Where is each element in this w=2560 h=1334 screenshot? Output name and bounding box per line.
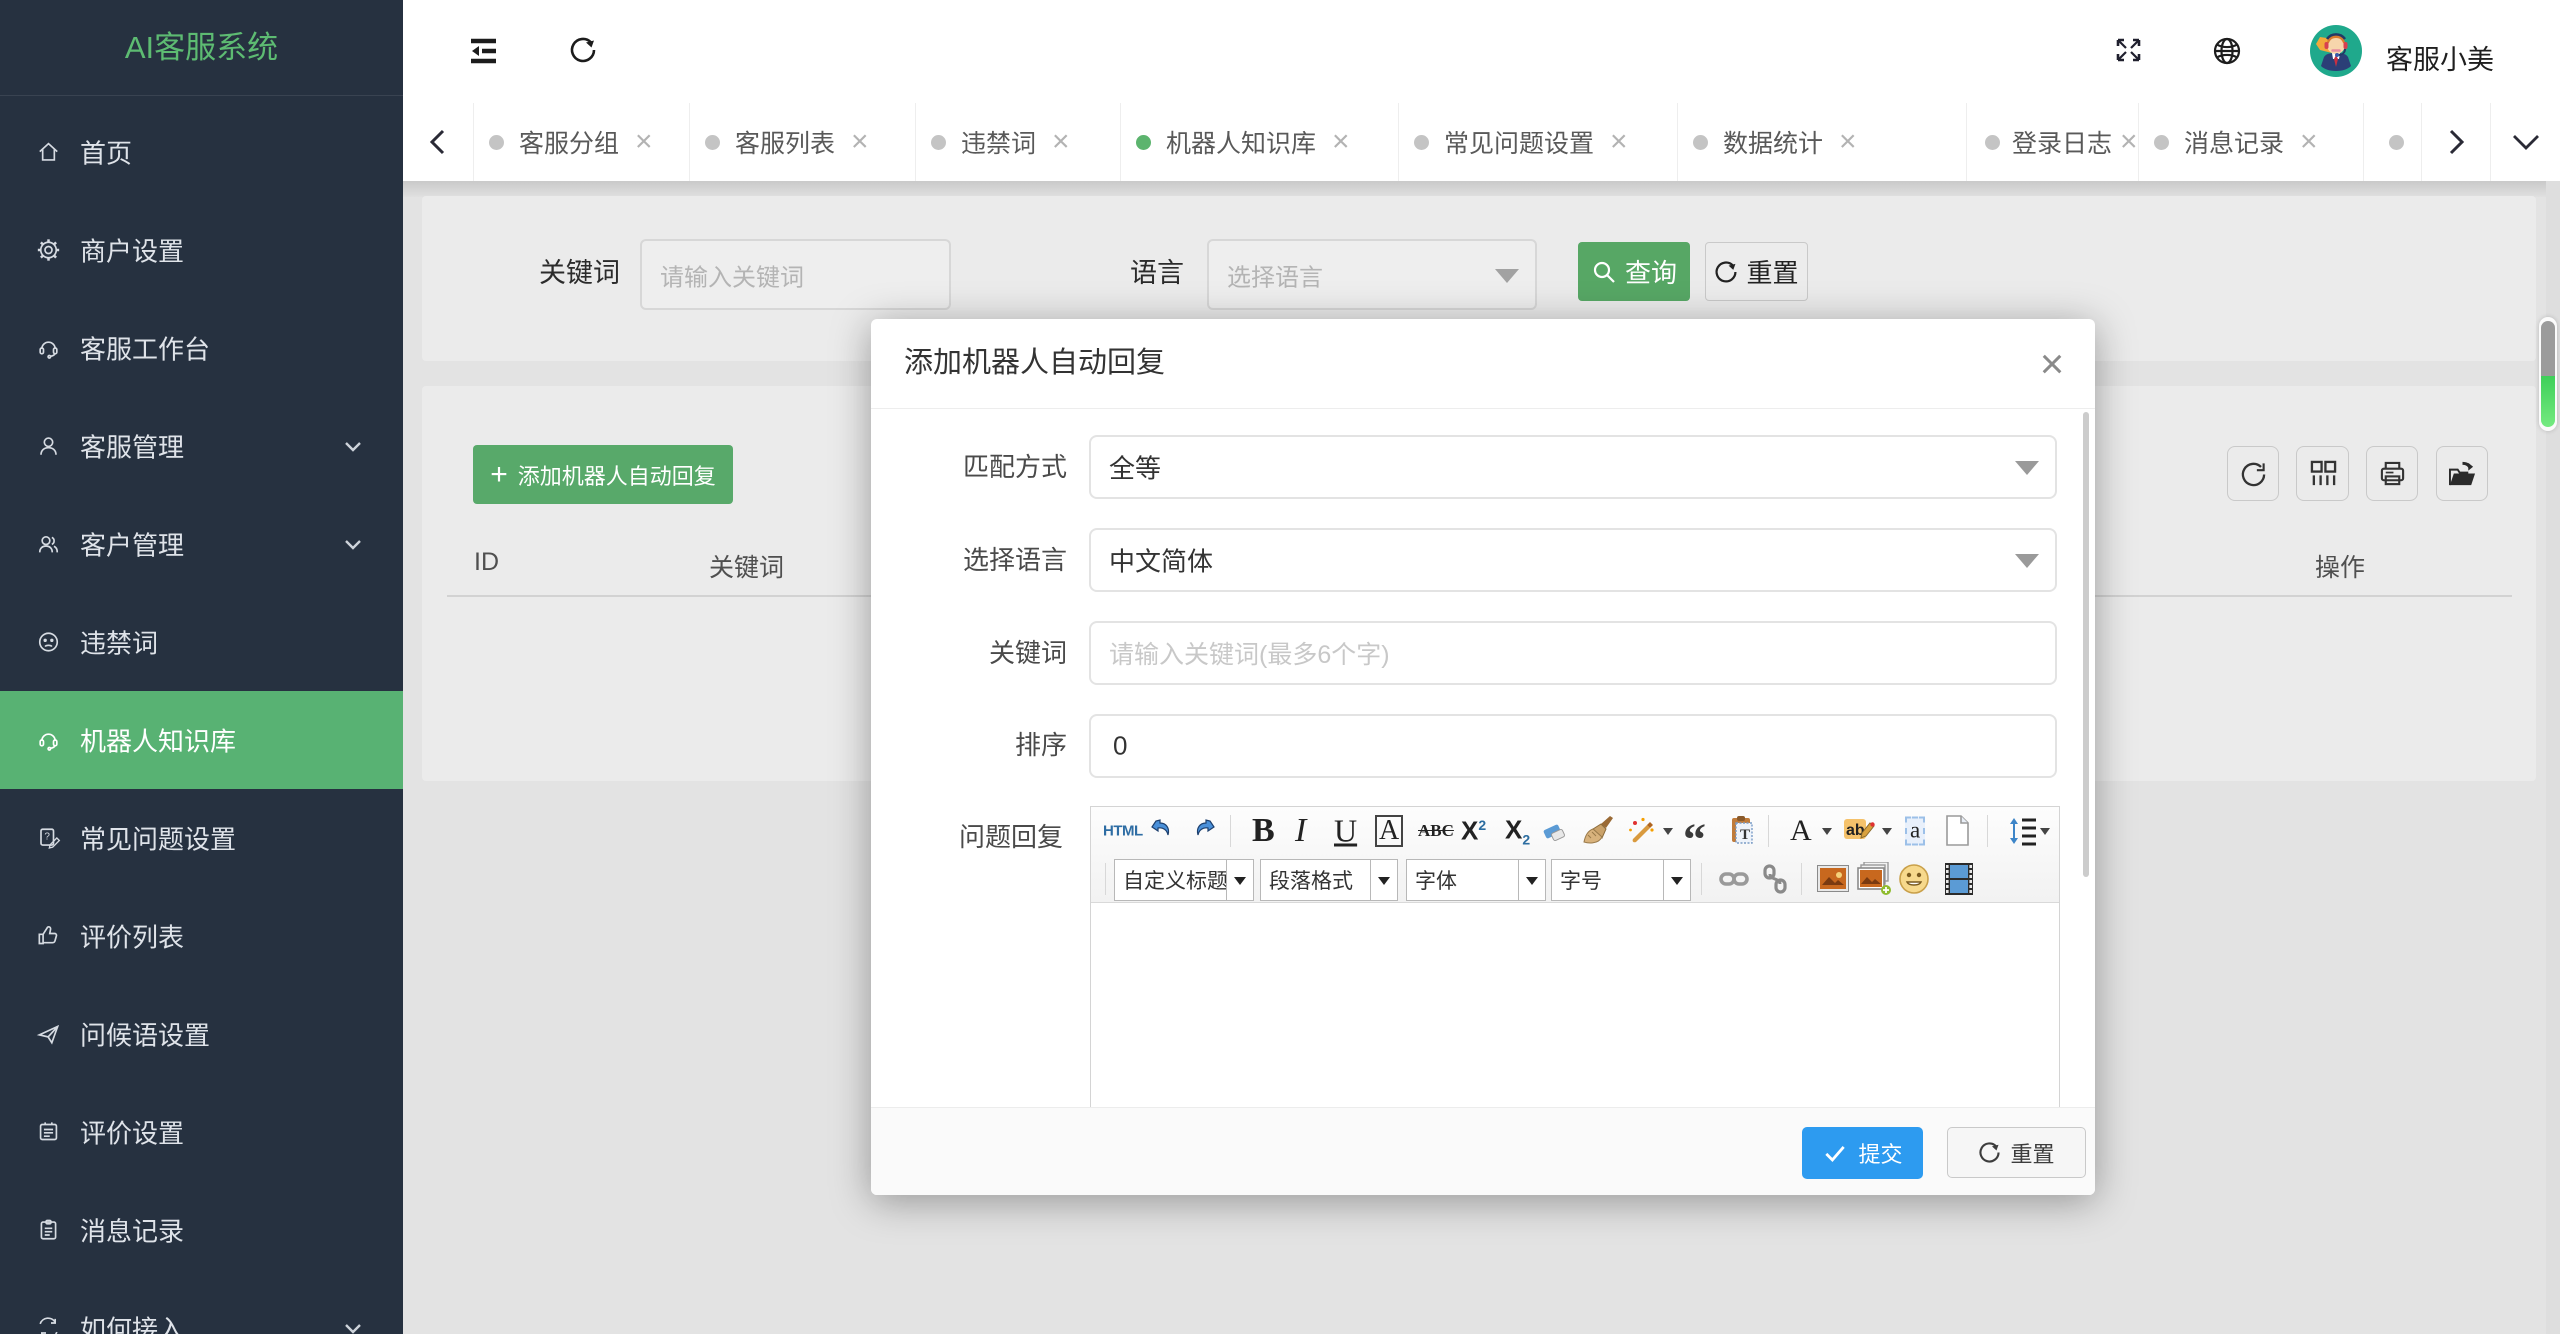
svg-text:T: T <box>1740 827 1750 843</box>
svg-text:?: ? <box>44 832 50 843</box>
